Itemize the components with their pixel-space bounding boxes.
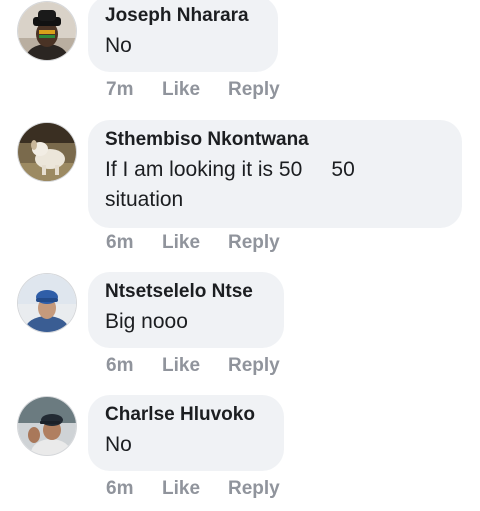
comment-timestamp[interactable]: 7m — [106, 79, 162, 101]
comment-author-name[interactable]: Sthembiso Nkontwana — [105, 129, 444, 151]
comment-bubble: Ntsetselelo Ntse Big nooo — [88, 272, 284, 348]
person-with-blue-cap-avatar — [18, 274, 76, 332]
avatar[interactable] — [18, 123, 76, 181]
comment-text: No — [105, 34, 132, 57]
comment-author-name[interactable]: Ntsetselelo Ntse — [105, 281, 266, 303]
like-button[interactable]: Like — [162, 79, 228, 101]
person-with-black-hat-avatar — [18, 2, 76, 60]
comment-actions: 6m Like Reply — [106, 355, 280, 377]
comment-list: Joseph Nharara No 7m Like Reply Sthembiso … — [0, 0, 480, 511]
like-button[interactable]: Like — [162, 478, 228, 500]
reply-button[interactable]: Reply — [228, 232, 280, 254]
comment-author-name[interactable]: Charlse Hluvoko — [105, 404, 266, 426]
comment-bubble: Joseph Nharara No — [88, 0, 278, 72]
comment-text: If I am looking it is 50 50 situation — [105, 158, 355, 211]
avatar[interactable] — [18, 397, 76, 455]
avatar[interactable] — [18, 274, 76, 332]
comment-timestamp[interactable]: 6m — [106, 232, 162, 254]
avatar[interactable] — [18, 2, 76, 60]
comment-timestamp[interactable]: 6m — [106, 355, 162, 377]
comment-actions: 6m Like Reply — [106, 232, 280, 254]
reply-button[interactable]: Reply — [228, 478, 280, 500]
comment-timestamp[interactable]: 6m — [106, 478, 162, 500]
comment-actions: 6m Like Reply — [106, 478, 280, 500]
comment-text: No — [105, 433, 132, 456]
comment-bubble: Sthembiso Nkontwana If I am looking it i… — [88, 120, 462, 228]
like-button[interactable]: Like — [162, 355, 228, 377]
comment-author-name[interactable]: Joseph Nharara — [105, 5, 260, 27]
comment-actions: 7m Like Reply — [106, 79, 280, 101]
reply-button[interactable]: Reply — [228, 355, 280, 377]
dog-photo-avatar — [18, 123, 76, 181]
comment-text: Big nooo — [105, 310, 188, 333]
person-with-dark-cap-avatar — [18, 397, 76, 455]
reply-button[interactable]: Reply — [228, 79, 280, 101]
like-button[interactable]: Like — [162, 232, 228, 254]
comment-bubble: Charlse Hluvoko No — [88, 395, 284, 471]
